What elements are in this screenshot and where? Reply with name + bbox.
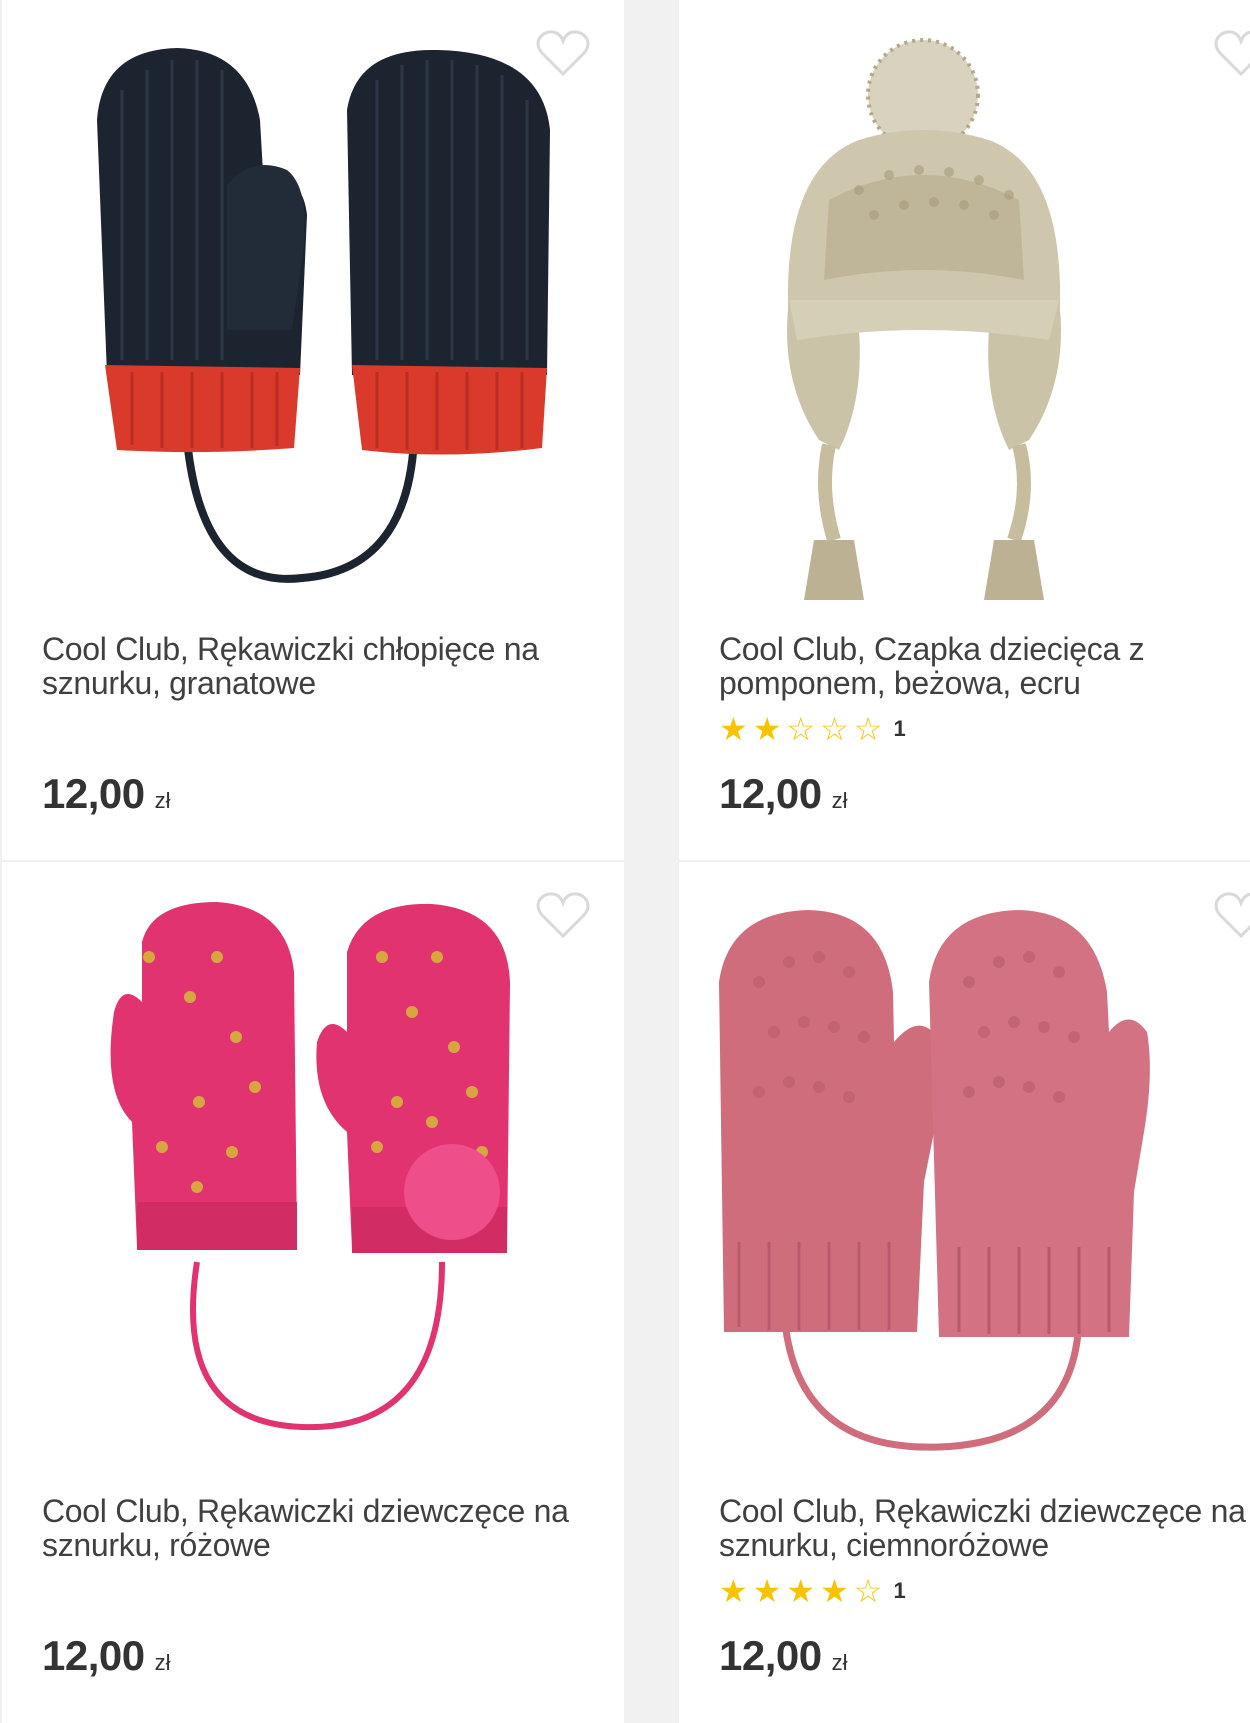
star-full-icon: ★ xyxy=(820,1572,849,1610)
product-title[interactable]: Cool Club, Rękawiczki dziewczęce na sznu… xyxy=(719,1494,1250,1562)
product-card[interactable]: Cool Club, Rękawiczki chłopięce na sznur… xyxy=(2,0,624,860)
star-outline-icon: ☆ xyxy=(786,710,816,748)
product-card[interactable]: Cool Club, Czapka dziecięca z pomponem, … xyxy=(679,0,1250,860)
product-title[interactable]: Cool Club, Rękawiczki chłopięce na sznur… xyxy=(42,632,602,700)
favorite-heart-icon[interactable] xyxy=(1214,30,1250,78)
price-value: 12,00 xyxy=(42,1632,145,1679)
rating-count: 1 xyxy=(893,716,906,741)
price-value: 12,00 xyxy=(719,770,822,817)
star-full-icon: ★ xyxy=(752,710,782,748)
product-price: 12,00 zł xyxy=(42,770,171,818)
rating: ★ ★ ☆ ☆ ☆ 1 xyxy=(719,712,906,746)
star-full-icon: ★ xyxy=(752,1572,782,1610)
rating: ★ ★ ★ ★ ☆ 1 xyxy=(719,1574,906,1608)
product-card[interactable]: Cool Club, Rękawiczki dziewczęce na sznu… xyxy=(679,862,1250,1723)
beige-pompom-hat-image[interactable] xyxy=(679,0,1250,620)
star-full-icon: ★ xyxy=(719,710,748,748)
price-value: 12,00 xyxy=(719,1632,822,1679)
rating-count: 1 xyxy=(893,1578,906,1603)
pink-polka-dot-mittens-image[interactable] xyxy=(2,862,624,1482)
star-outline-icon: ☆ xyxy=(853,1572,883,1610)
star-full-icon: ★ xyxy=(719,1572,748,1610)
product-title[interactable]: Cool Club, Rękawiczki dziewczęce na sznu… xyxy=(42,1494,602,1562)
dusty-pink-mittens-image[interactable] xyxy=(679,862,1250,1482)
navy-red-mittens-image[interactable] xyxy=(2,0,624,620)
favorite-heart-icon[interactable] xyxy=(536,892,590,940)
product-price: 12,00 zł xyxy=(719,1632,848,1680)
star-outline-icon: ☆ xyxy=(853,710,883,748)
product-price: 12,00 zł xyxy=(719,770,848,818)
product-price: 12,00 zł xyxy=(42,1632,171,1680)
price-currency: zł xyxy=(154,788,171,813)
star-outline-icon: ☆ xyxy=(820,710,849,748)
product-card[interactable]: Cool Club, Rękawiczki dziewczęce na sznu… xyxy=(2,862,624,1723)
price-currency: zł xyxy=(154,1650,171,1675)
favorite-heart-icon[interactable] xyxy=(536,30,590,78)
star-full-icon: ★ xyxy=(786,1572,816,1610)
price-currency: zł xyxy=(831,788,848,813)
price-currency: zł xyxy=(831,1650,848,1675)
price-value: 12,00 xyxy=(42,770,145,817)
favorite-heart-icon[interactable] xyxy=(1214,892,1250,940)
product-title[interactable]: Cool Club, Czapka dziecięca z pomponem, … xyxy=(719,632,1250,700)
